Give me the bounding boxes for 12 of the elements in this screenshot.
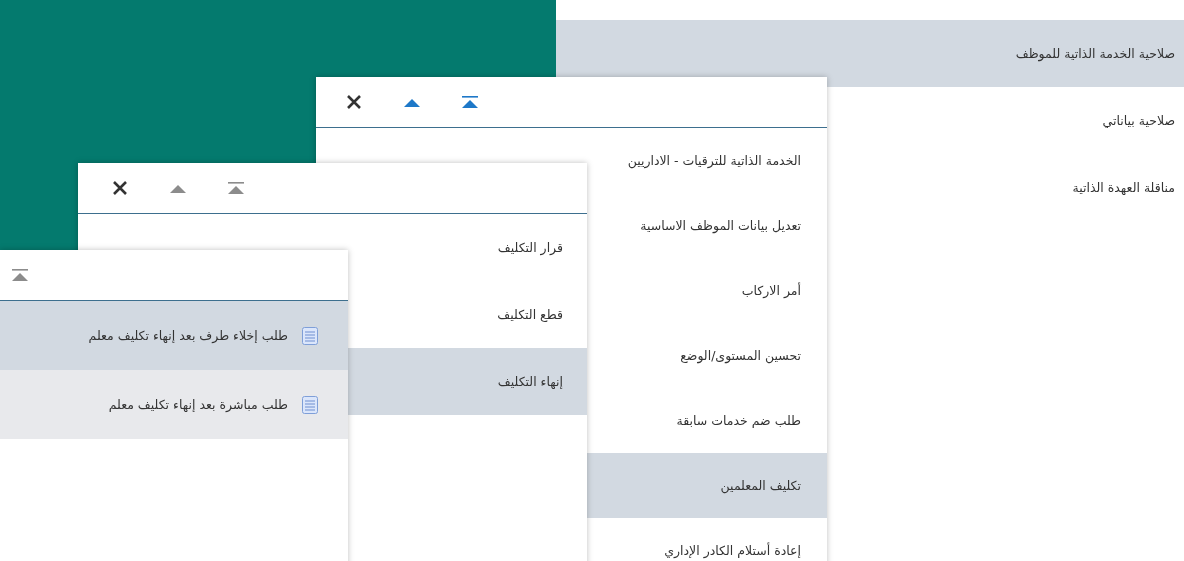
- top-arrow-icon: [460, 94, 480, 110]
- submenu-item[interactable]: طلب مباشرة بعد إنهاء تكليف معلم: [0, 370, 348, 439]
- top-arrow-icon: [226, 180, 246, 196]
- menu-item[interactable]: مناقلة العهدة الذاتية: [1072, 180, 1175, 195]
- submenu-item[interactable]: طلب إخلاء طرف بعد إنهاء تكليف معلم: [0, 301, 348, 370]
- menu-item[interactable]: صلاحية الخدمة الذاتية للموظف: [556, 20, 1184, 87]
- close-icon: [110, 180, 130, 196]
- document-icon: [302, 326, 318, 345]
- document-icon: [302, 395, 318, 414]
- top-arrow-icon: [10, 267, 30, 283]
- menu-item[interactable]: صلاحية بياناتي: [1102, 113, 1175, 128]
- close-icon: [344, 94, 364, 110]
